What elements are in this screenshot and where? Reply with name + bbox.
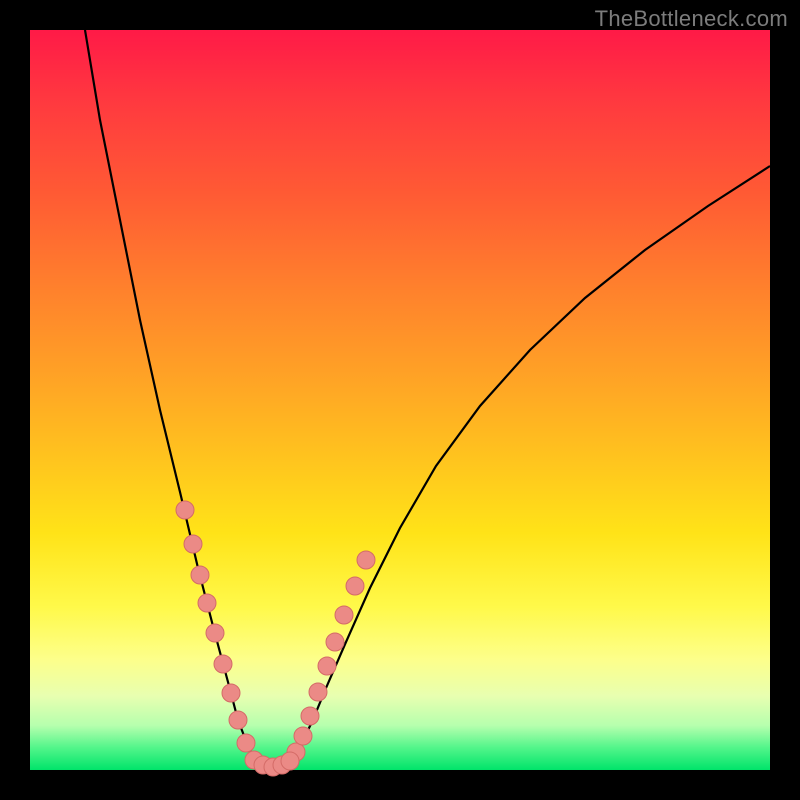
data-marker (176, 501, 194, 519)
data-marker (198, 594, 216, 612)
marker-dots (176, 501, 375, 776)
data-marker (346, 577, 364, 595)
data-marker (237, 734, 255, 752)
data-marker (191, 566, 209, 584)
data-marker (206, 624, 224, 642)
data-marker (318, 657, 336, 675)
data-marker (229, 711, 247, 729)
data-marker (214, 655, 232, 673)
data-marker (184, 535, 202, 553)
data-marker (326, 633, 344, 651)
curve-left (85, 30, 255, 760)
watermark-label: TheBottleneck.com (595, 6, 788, 32)
data-marker (294, 727, 312, 745)
curve-svg (30, 30, 770, 770)
data-marker (281, 752, 299, 770)
curve-right (290, 166, 770, 760)
data-marker (301, 707, 319, 725)
data-marker (335, 606, 353, 624)
chart-frame: TheBottleneck.com (0, 0, 800, 800)
data-marker (222, 684, 240, 702)
data-marker (357, 551, 375, 569)
plot-area (30, 30, 770, 770)
data-marker (309, 683, 327, 701)
